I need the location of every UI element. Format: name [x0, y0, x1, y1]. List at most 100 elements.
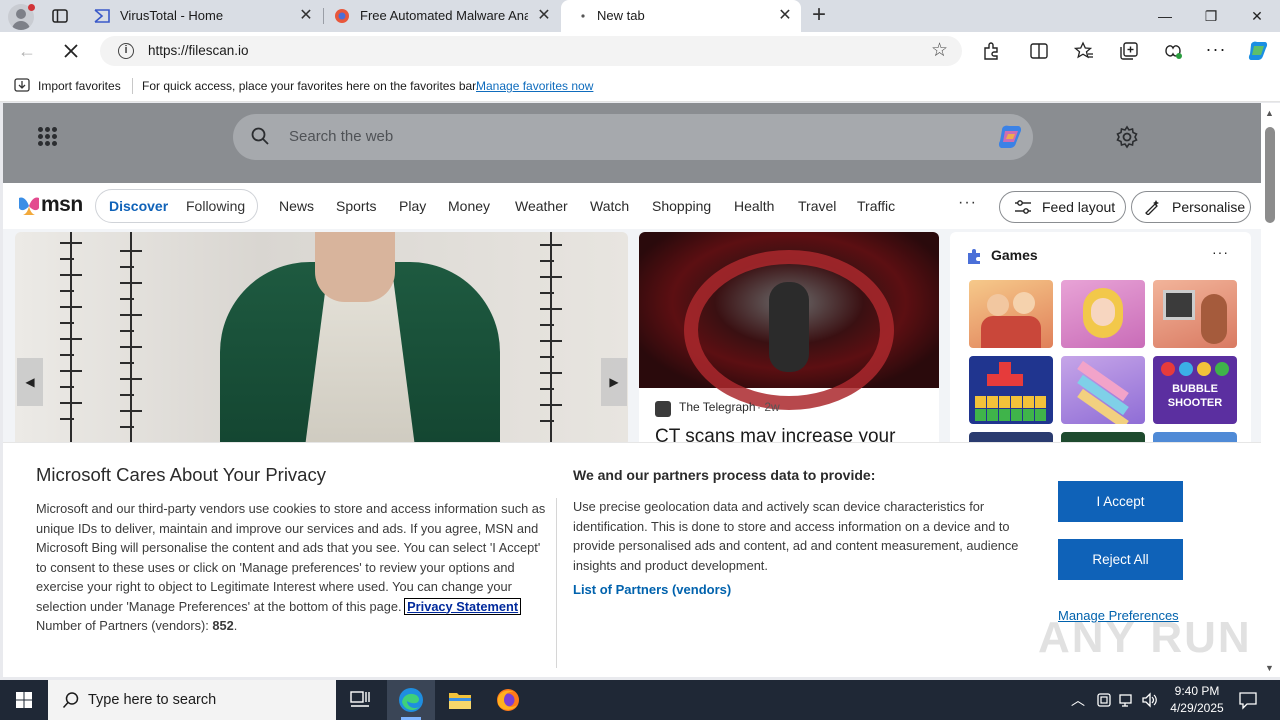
- manage-favorites-link[interactable]: Manage favorites now: [476, 70, 593, 102]
- game-tile[interactable]: [969, 356, 1053, 424]
- game-tile[interactable]: [969, 280, 1053, 348]
- windows-start-icon[interactable]: [0, 680, 48, 720]
- show-hidden-icons-chevron-icon[interactable]: ︿: [1071, 680, 1085, 720]
- search-icon: [62, 692, 79, 709]
- consent-purposes-text: Use precise geolocation data and activel…: [573, 499, 1019, 573]
- taskbar-edge[interactable]: [387, 680, 435, 720]
- consent-purposes-heading: We and our partners process data to prov…: [573, 467, 876, 483]
- import-favorites-button[interactable]: Import favorites: [38, 70, 121, 102]
- scroll-thumb[interactable]: [1265, 127, 1275, 223]
- consent-title: Microsoft Cares About Your Privacy: [36, 464, 326, 485]
- personalise-button[interactable]: Personalise: [1131, 191, 1251, 223]
- consent-divider: [556, 498, 557, 668]
- privacy-consent-dialog: Microsoft Cares About Your Privacy Micro…: [3, 442, 1261, 677]
- gear-icon[interactable]: [1115, 125, 1139, 149]
- category-sports[interactable]: Sports: [336, 183, 376, 229]
- network-icon[interactable]: [1118, 691, 1136, 709]
- games-title: Games: [991, 247, 1038, 263]
- tab-malware-analysis[interactable]: Free Automated Malware Analysis Service …: [324, 0, 560, 32]
- hero-carousel-image[interactable]: ◀ ▶: [15, 232, 628, 447]
- category-play[interactable]: Play: [399, 183, 426, 229]
- tab-new-tab[interactable]: New tab ✕: [561, 0, 801, 32]
- game-tile[interactable]: [1061, 356, 1145, 424]
- category-weather[interactable]: Weather: [515, 183, 568, 229]
- feed-layout-button[interactable]: Feed layout: [999, 191, 1126, 223]
- collections-icon[interactable]: [1118, 40, 1140, 62]
- taskbar-firefox[interactable]: [484, 680, 532, 720]
- close-window-button[interactable]: ✕: [1234, 0, 1280, 32]
- msn-logo[interactable]: msn: [17, 192, 83, 218]
- category-money[interactable]: Money: [448, 183, 490, 229]
- tab-virustotal[interactable]: VirusTotal - Home ✕: [84, 0, 322, 32]
- clock-time: 9:40 PM: [1174, 684, 1220, 698]
- game-tile[interactable]: [1153, 280, 1237, 348]
- tab-actions-icon[interactable]: [50, 6, 70, 26]
- device-icon[interactable]: [1095, 691, 1113, 709]
- site-info-icon[interactable]: i: [118, 43, 134, 59]
- clock-date: 4/29/2025: [1170, 701, 1224, 715]
- taskbar-search-box[interactable]: Type here to search: [48, 680, 336, 720]
- search-icon: [251, 127, 269, 145]
- privacy-statement-link[interactable]: Privacy Statement: [404, 597, 522, 615]
- scroll-up-arrow-icon[interactable]: ▲: [1265, 108, 1274, 118]
- tab-discover[interactable]: Discover: [109, 190, 168, 222]
- back-button[interactable]: ←: [16, 40, 38, 62]
- category-travel[interactable]: Travel: [798, 183, 836, 229]
- category-news[interactable]: News: [279, 183, 314, 229]
- category-watch[interactable]: Watch: [590, 183, 629, 229]
- browser-essentials-icon[interactable]: [1162, 40, 1184, 62]
- partners-label: Number of Partners (vendors):: [36, 618, 209, 633]
- address-bar[interactable]: i https://filescan.io ☆: [100, 36, 962, 66]
- reject-all-button[interactable]: Reject All: [1058, 539, 1183, 580]
- import-favorites-icon: [14, 78, 30, 92]
- category-shopping[interactable]: Shopping: [652, 183, 711, 229]
- partners-suffix: .: [233, 618, 238, 633]
- consent-body: Microsoft and our third-party vendors us…: [36, 499, 546, 636]
- close-tab-icon[interactable]: ✕: [536, 8, 552, 24]
- task-view-icon[interactable]: [336, 680, 384, 720]
- favorites-icon[interactable]: [1073, 40, 1095, 62]
- firefox-icon: [497, 689, 519, 711]
- restore-button[interactable]: ❐: [1188, 0, 1234, 32]
- carousel-next-button[interactable]: ▶: [601, 358, 627, 406]
- web-search-box[interactable]: Search the web: [233, 114, 1033, 160]
- stop-loading-icon[interactable]: [60, 40, 82, 62]
- carousel-prev-button[interactable]: ◀: [17, 358, 43, 406]
- list-of-partners-link[interactable]: List of Partners (vendors): [573, 582, 731, 597]
- scroll-down-arrow-icon[interactable]: ▼: [1265, 663, 1274, 673]
- minimize-button[interactable]: —: [1142, 0, 1188, 32]
- favorite-star-icon[interactable]: ☆: [931, 41, 948, 61]
- taskbar-file-explorer[interactable]: [436, 680, 484, 720]
- height-chart-decoration: [540, 232, 562, 447]
- address-url[interactable]: https://filescan.io: [148, 36, 249, 66]
- page-scrollbar[interactable]: ▲ ▼: [1261, 103, 1280, 677]
- extensions-icon[interactable]: [980, 40, 1002, 62]
- category-traffic[interactable]: Traffic: [857, 183, 895, 229]
- new-tab-button[interactable]: +: [808, 3, 830, 27]
- tab-following[interactable]: Following: [186, 190, 245, 222]
- system-clock[interactable]: 9:40 PM 4/29/2025: [1162, 683, 1232, 717]
- settings-more-icon[interactable]: ···: [1205, 40, 1227, 62]
- more-categories-button[interactable]: ···: [958, 183, 977, 223]
- consent-body-text: Microsoft and our third-party vendors us…: [36, 501, 546, 614]
- close-tab-icon[interactable]: ✕: [298, 8, 314, 24]
- copilot-icon[interactable]: [1246, 39, 1270, 63]
- app-launcher-icon[interactable]: [38, 127, 58, 147]
- category-health[interactable]: Health: [734, 183, 774, 229]
- folder-icon: [449, 693, 471, 709]
- favorites-hint: For quick access, place your favorites h…: [142, 79, 479, 93]
- copilot-search-icon[interactable]: [995, 122, 1025, 152]
- notifications-icon[interactable]: [1238, 690, 1258, 710]
- close-tab-icon[interactable]: ✕: [777, 8, 793, 24]
- partners-count: 852: [212, 618, 234, 633]
- msn-logo-text: msn: [41, 193, 83, 216]
- games-more-button[interactable]: ···: [1212, 244, 1229, 260]
- volume-icon[interactable]: [1141, 691, 1159, 709]
- accept-button[interactable]: I Accept: [1058, 481, 1183, 522]
- feed-toggle: Discover Following: [95, 189, 258, 223]
- msn-search-band: Search the web: [3, 103, 1261, 183]
- split-screen-icon[interactable]: [1028, 40, 1050, 62]
- msn-butterfly-icon: [19, 197, 39, 215]
- game-tile[interactable]: BUBBLE SHOOTER: [1153, 356, 1237, 424]
- game-tile[interactable]: [1061, 280, 1145, 348]
